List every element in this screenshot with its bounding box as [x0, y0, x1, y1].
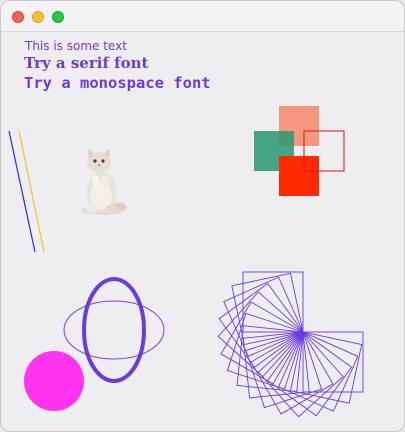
spiral-square [218, 282, 304, 368]
rotating-squares-spiral [217, 271, 364, 418]
drawing-canvas: This is some text Try a serif font Try a… [1, 32, 404, 431]
thick-vertical-ellipse [82, 277, 146, 383]
close-button[interactable] [12, 11, 24, 23]
thin-horizontal-ellipse [63, 300, 165, 360]
spiral-square [267, 331, 353, 417]
kitten-image [81, 148, 127, 215]
spiral-square [242, 271, 304, 333]
app-window: This is some text Try a serif font Try a… [0, 0, 405, 432]
spiral-square [302, 331, 364, 393]
title-bar[interactable] [1, 1, 404, 32]
shapes-layer [8, 106, 364, 418]
minimize-button[interactable] [32, 11, 44, 23]
orange-red-square [279, 156, 319, 196]
magenta-circle [24, 351, 84, 411]
zoom-button[interactable] [52, 11, 64, 23]
